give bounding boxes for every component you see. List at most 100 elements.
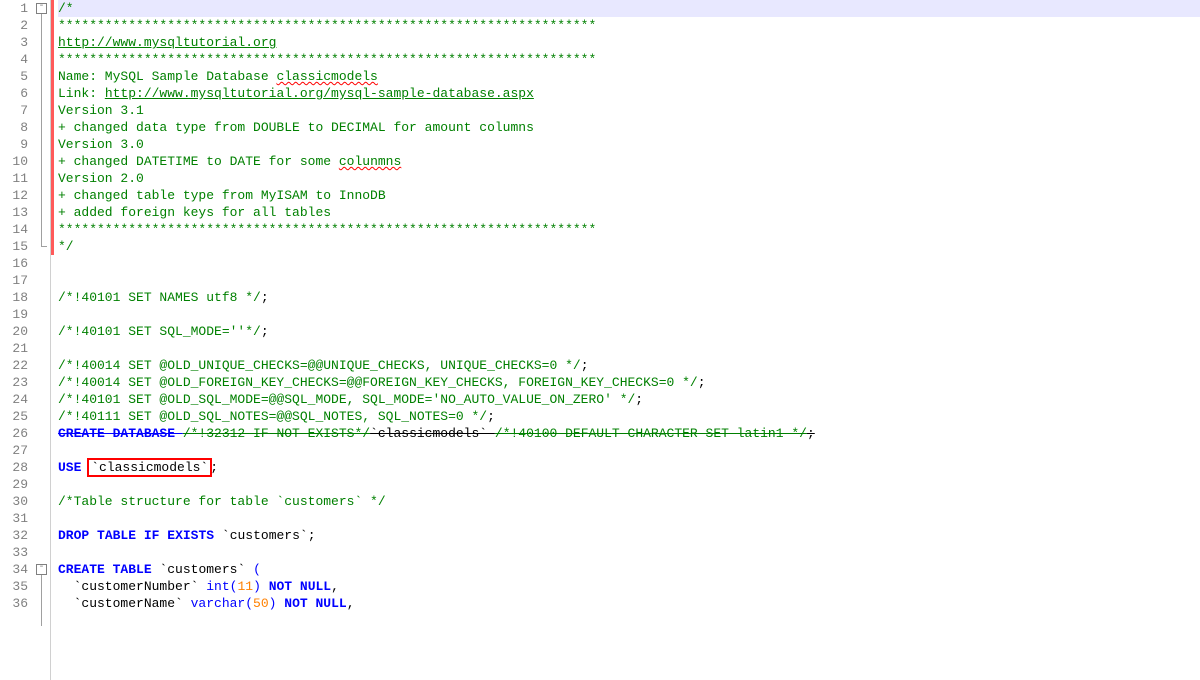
line-number: 36: [0, 595, 28, 612]
token: [261, 579, 269, 594]
line-number: 30: [0, 493, 28, 510]
code-line[interactable]: DROP TABLE IF EXISTS `customers`;: [58, 527, 1200, 544]
token: 50: [253, 596, 269, 611]
fold-guide: [41, 14, 42, 246]
token: 11: [237, 579, 253, 594]
token: `classicmodels`: [89, 460, 210, 475]
code-line[interactable]: */: [58, 238, 1200, 255]
code-line[interactable]: ****************************************…: [58, 51, 1200, 68]
code-line[interactable]: /*!40111 SET @OLD_SQL_NOTES=@@SQL_NOTES,…: [58, 408, 1200, 425]
token: /*Table structure for table `customers` …: [58, 494, 386, 509]
token: http://www.mysqltutorial.org: [58, 35, 276, 50]
code-line[interactable]: /*!40101 SET SQL_MODE=''*/;: [58, 323, 1200, 340]
token: ;: [261, 324, 269, 339]
token: Name: MySQL Sample Database: [58, 69, 276, 84]
line-number: 34: [0, 561, 28, 578]
token: */: [58, 239, 74, 254]
token: [105, 562, 113, 577]
line-number: 19: [0, 306, 28, 323]
line-number: 5: [0, 68, 28, 85]
token: colunmns: [339, 154, 401, 169]
fold-toggle-icon[interactable]: [36, 564, 47, 575]
fold-toggle-icon[interactable]: [36, 3, 47, 14]
line-number: 28: [0, 459, 28, 476]
line-number: 11: [0, 170, 28, 187]
code-line[interactable]: ****************************************…: [58, 221, 1200, 238]
line-number: 12: [0, 187, 28, 204]
token: [136, 528, 144, 543]
line-number: 32: [0, 527, 28, 544]
token: NOT: [284, 596, 307, 611]
token: ;: [487, 409, 495, 424]
token: Version 2.0: [58, 171, 144, 186]
code-line[interactable]: [58, 544, 1200, 561]
token: /*: [58, 1, 74, 16]
line-number: 18: [0, 289, 28, 306]
code-line[interactable]: /*!40014 SET @OLD_FOREIGN_KEY_CHECKS=@@F…: [58, 374, 1200, 391]
code-line[interactable]: [58, 306, 1200, 323]
fold-column[interactable]: [34, 0, 51, 680]
token: ****************************************…: [58, 52, 596, 67]
code-line[interactable]: + added foreign keys for all tables: [58, 204, 1200, 221]
token: USE: [58, 460, 81, 475]
code-area[interactable]: /* *************************************…: [54, 0, 1200, 680]
code-line[interactable]: CREATE TABLE `customers` (: [58, 561, 1200, 578]
token: /*!40101 SET NAMES utf8 */: [58, 290, 261, 305]
line-number: 10: [0, 153, 28, 170]
code-line[interactable]: USE `classicmodels`;: [58, 459, 1200, 476]
token: NOT: [269, 579, 292, 594]
code-line[interactable]: /*!40014 SET @OLD_UNIQUE_CHECKS=@@UNIQUE…: [58, 357, 1200, 374]
line-number: 16: [0, 255, 28, 272]
code-line[interactable]: http://www.mysqltutorial.org: [58, 34, 1200, 51]
code-line[interactable]: + changed data type from DOUBLE to DECIM…: [58, 119, 1200, 136]
code-line[interactable]: Version 2.0: [58, 170, 1200, 187]
code-line[interactable]: + changed DATETIME to DATE for some colu…: [58, 153, 1200, 170]
code-line[interactable]: [58, 255, 1200, 272]
token: ;: [635, 392, 643, 407]
code-line[interactable]: [58, 476, 1200, 493]
line-number: 29: [0, 476, 28, 493]
fold-end-icon: [41, 246, 47, 247]
code-line[interactable]: CREATE DATABASE /*!32312 IF NOT EXISTS*/…: [58, 425, 1200, 442]
token: int: [206, 579, 229, 594]
token: ****************************************…: [58, 18, 596, 33]
code-line[interactable]: [58, 272, 1200, 289]
token: `customers`;: [214, 528, 315, 543]
code-line[interactable]: + changed table type from MyISAM to Inno…: [58, 187, 1200, 204]
line-number: 17: [0, 272, 28, 289]
fold-guide: [41, 575, 42, 626]
token: + changed DATETIME to DATE for some: [58, 154, 339, 169]
line-number: 25: [0, 408, 28, 425]
code-line[interactable]: ****************************************…: [58, 17, 1200, 34]
token: http://www.mysqltutorial.org/mysql-sampl…: [105, 86, 534, 101]
code-line[interactable]: Version 3.0: [58, 136, 1200, 153]
code-line[interactable]: [58, 340, 1200, 357]
token: ****************************************…: [58, 222, 596, 237]
line-number: 24: [0, 391, 28, 408]
code-line[interactable]: Name: MySQL Sample Database classicmodel…: [58, 68, 1200, 85]
code-line[interactable]: `customerName` varchar(50) NOT NULL,: [58, 595, 1200, 612]
line-number: 35: [0, 578, 28, 595]
line-number: 27: [0, 442, 28, 459]
code-line[interactable]: Version 3.1: [58, 102, 1200, 119]
code-line[interactable]: [58, 442, 1200, 459]
token: TABLE: [97, 528, 136, 543]
token: `customerNumber`: [58, 579, 206, 594]
code-line[interactable]: [58, 510, 1200, 527]
code-line[interactable]: /*: [58, 0, 1200, 17]
token: ): [253, 579, 261, 594]
code-line[interactable]: /*Table structure for table `customers` …: [58, 493, 1200, 510]
token: Version 3.0: [58, 137, 144, 152]
token: + changed data type from DOUBLE to DECIM…: [58, 120, 534, 135]
code-line[interactable]: `customerNumber` int(11) NOT NULL,: [58, 578, 1200, 595]
token: /*!40111 SET @OLD_SQL_NOTES=@@SQL_NOTES,…: [58, 409, 487, 424]
code-line[interactable]: /*!40101 SET NAMES utf8 */;: [58, 289, 1200, 306]
code-line[interactable]: Link: http://www.mysqltutorial.org/mysql…: [58, 85, 1200, 102]
code-editor[interactable]: 1234567891011121314151617181920212223242…: [0, 0, 1200, 680]
token: `classicmodels`: [370, 426, 495, 441]
token: ;: [581, 358, 589, 373]
code-line[interactable]: /*!40101 SET @OLD_SQL_MODE=@@SQL_MODE, S…: [58, 391, 1200, 408]
token: Link:: [58, 86, 105, 101]
line-number: 26: [0, 425, 28, 442]
line-number: 22: [0, 357, 28, 374]
